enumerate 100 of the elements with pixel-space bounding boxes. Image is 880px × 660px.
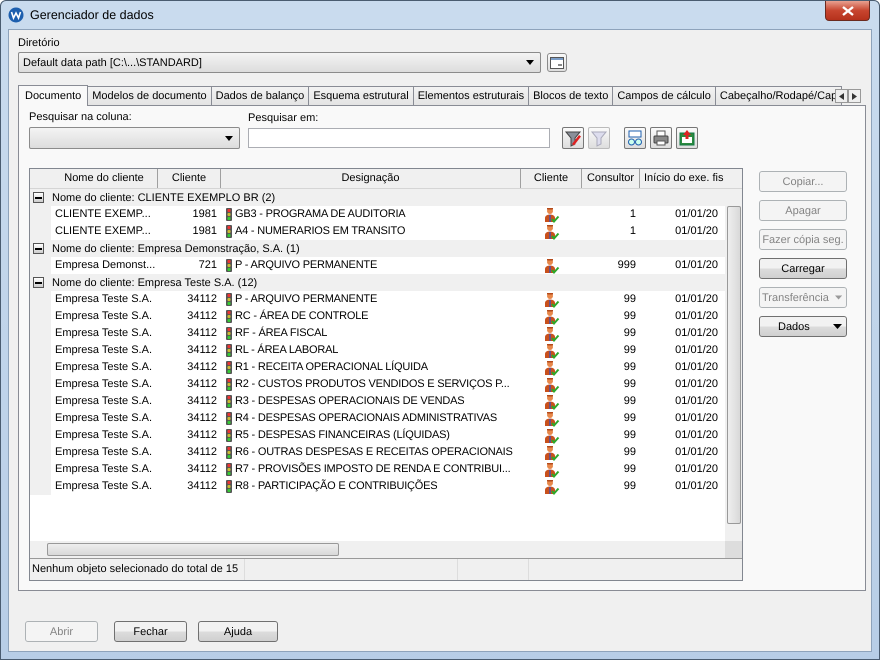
- tab[interactable]: Documento: [18, 85, 88, 106]
- table-cell-text: 721: [198, 258, 218, 273]
- column-header[interactable]: Cliente: [158, 169, 221, 188]
- vertical-scrollbar[interactable]: [725, 189, 742, 541]
- table-cell-text: 34112: [186, 309, 218, 324]
- tab[interactable]: Blocos de texto: [528, 86, 614, 105]
- table-cell-text: GB3 - PROGRAMA DE AUDITORIA: [235, 207, 406, 222]
- table-cell-text: Empresa Teste S.A.: [54, 309, 154, 324]
- export-icon[interactable]: [676, 127, 698, 149]
- collapse-button[interactable]: [33, 192, 44, 203]
- traffic-light-icon: [226, 446, 232, 459]
- table-cell-text: 01/01/20: [674, 343, 718, 358]
- action-button[interactable]: Carregar: [759, 258, 847, 279]
- traffic-light-icon: [226, 344, 232, 357]
- column-header[interactable]: Cliente: [521, 169, 582, 188]
- column-header[interactable]: Nome do cliente: [51, 169, 158, 188]
- person-check-icon: [542, 308, 560, 324]
- traffic-light-icon: [226, 480, 232, 493]
- table-cell-text: 1981: [192, 224, 218, 239]
- table-cell-text: 99: [622, 326, 637, 341]
- person-check-icon: [542, 342, 560, 358]
- table-cell-text: Empresa Teste S.A.: [54, 411, 154, 426]
- search-column-dropdown[interactable]: [29, 127, 240, 149]
- traffic-light-icon: [226, 259, 232, 272]
- column-header[interactable]: Designação: [221, 169, 521, 188]
- column-header[interactable]: Consultor: [582, 169, 640, 188]
- tab[interactable]: Elementos estruturais: [412, 86, 530, 105]
- table-cell-text: 01/01/20: [674, 462, 718, 477]
- tab[interactable]: Modelos de documento: [87, 86, 212, 105]
- table-cell-text: 34112: [186, 445, 218, 460]
- filter-edit-icon[interactable]: [562, 127, 584, 149]
- traffic-light-icon: [226, 310, 232, 323]
- table-cell-text: 01/01/20: [674, 479, 718, 494]
- person-check-icon: [542, 224, 560, 240]
- table-cell-text: CLIENTE EXEMP...: [54, 207, 152, 222]
- browse-button[interactable]: [547, 53, 567, 72]
- traffic-light-icon: [226, 225, 232, 238]
- table-cell-text: 01/01/20: [674, 411, 718, 426]
- close-button[interactable]: [825, 1, 870, 21]
- table-cell-text: 01/01/20: [674, 207, 718, 222]
- tab[interactable]: Cabeçalho/Rodapé/Cap: [714, 86, 842, 105]
- table-cell-text: 99: [622, 462, 637, 477]
- table-cell-text: 01/01/20: [674, 360, 718, 375]
- table-cell-text: 34112: [186, 479, 218, 494]
- table-cell-text: 99: [622, 445, 637, 460]
- group-header: Nome do cliente: Empresa Demonstração, S.A. (1): [52, 242, 300, 254]
- person-check-icon: [542, 258, 560, 274]
- caret-icon: [225, 136, 233, 140]
- print-icon[interactable]: [650, 127, 672, 149]
- person-check-icon: [542, 360, 560, 376]
- left-arrow-icon: [839, 92, 844, 100]
- table-cell-text: 34112: [186, 377, 218, 392]
- traffic-light-icon: [226, 412, 232, 425]
- person-check-icon: [542, 292, 560, 308]
- scroll-left-button[interactable]: [835, 89, 848, 103]
- table-cell-text: 34112: [186, 326, 218, 341]
- caret-icon: [526, 60, 534, 65]
- columns-icon[interactable]: [624, 127, 646, 149]
- column-header[interactable]: Início do exe. fis: [640, 169, 725, 188]
- table-cell-text: Empresa Teste S.A.: [54, 445, 154, 460]
- search-in-label: Pesquisar em:: [248, 111, 320, 125]
- table-cell-text: 99: [622, 360, 637, 375]
- action-button[interactable]: Fechar: [114, 621, 187, 642]
- table-cell-text: P - ARQUIVO PERMANENTE: [235, 292, 378, 307]
- collapse-button[interactable]: [33, 277, 44, 288]
- horizontal-scrollbar[interactable]: [30, 541, 742, 558]
- table-cell-text: Empresa Demonst...: [54, 258, 156, 273]
- person-check-icon: [542, 428, 560, 444]
- tab[interactable]: Campos de cálculo: [612, 86, 716, 105]
- table-cell-text: 01/01/20: [674, 258, 718, 273]
- traffic-light-icon: [226, 293, 232, 306]
- table-cell-text: Empresa Teste S.A.: [54, 292, 154, 307]
- table-cell-text: 01/01/20: [674, 377, 718, 392]
- minus-icon: [35, 282, 42, 284]
- table-cell-text: 99: [622, 411, 637, 426]
- traffic-light-icon: [226, 378, 232, 391]
- table-cell-text: Empresa Teste S.A.: [54, 360, 154, 375]
- table-cell-text: R8 - PARTICIPAÇÃO E CONTRIBUIÇÕES: [235, 478, 438, 494]
- tab[interactable]: Esquema estrutural: [308, 86, 414, 105]
- directory-label: Diretório: [18, 36, 61, 50]
- scroll-right-button[interactable]: [848, 89, 861, 103]
- person-check-icon: [542, 376, 560, 392]
- app-logo-icon: [8, 7, 24, 23]
- table-cell-text: 99: [622, 309, 637, 324]
- traffic-light-icon: [226, 327, 232, 340]
- directory-dropdown[interactable]: Default data path [C:\...\STANDARD]: [18, 52, 541, 73]
- caret-icon: [834, 295, 842, 300]
- action-button[interactable]: Ajuda: [198, 621, 278, 642]
- table-cell-text: 99: [622, 292, 637, 307]
- collapse-button[interactable]: [33, 243, 44, 254]
- table-cell-text: 01/01/20: [674, 309, 718, 324]
- table-cell-text: CLIENTE EXEMP...: [54, 224, 152, 239]
- dropdown-button[interactable]: Dados: [759, 316, 847, 337]
- table-cell-text: 01/01/20: [674, 326, 718, 341]
- tab[interactable]: Dados de balanço: [210, 86, 310, 105]
- table-cell-text: 34112: [186, 428, 218, 443]
- window-title: Gerenciador de dados: [30, 8, 154, 22]
- traffic-light-icon: [226, 208, 232, 221]
- search-field[interactable]: [248, 128, 550, 148]
- table-cell-text: 01/01/20: [674, 292, 718, 307]
